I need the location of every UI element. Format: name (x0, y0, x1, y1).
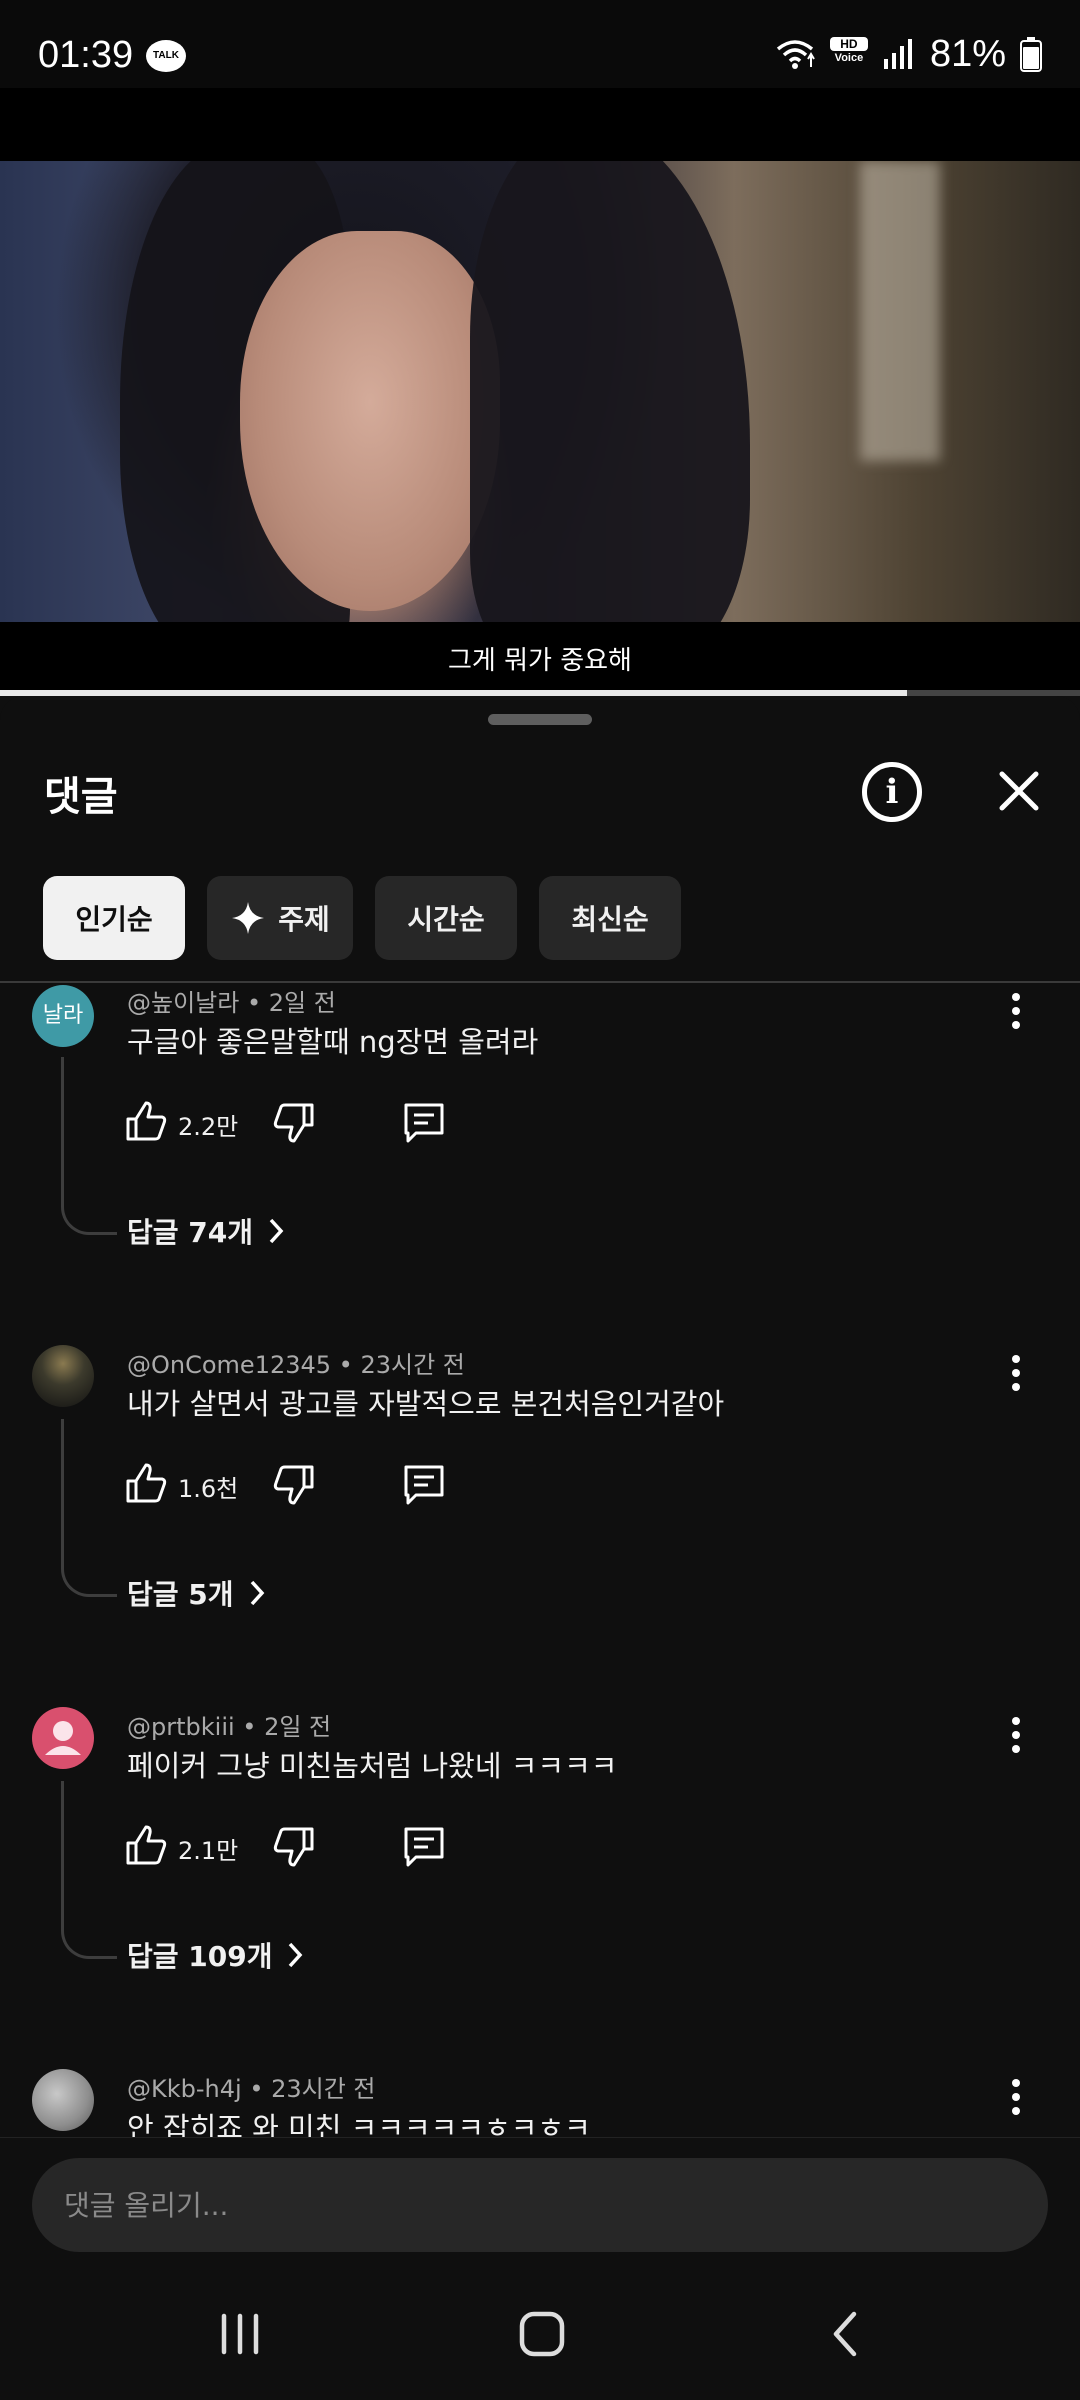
status-bar: 01:39 TALK HD Voice 81% (0, 0, 1080, 88)
sparkle-icon (232, 902, 265, 934)
comment-item: 날라 @높이날라 • 2일 전 구글아 좋은말할때 ng장면 올려라 2.2만 … (0, 983, 1080, 1345)
chevron-right-icon (289, 1942, 303, 1968)
avatar[interactable] (32, 1707, 94, 1769)
comment-item: @OnCome12345 • 23시간 전 내가 살면서 광고를 자발적으로 본… (0, 1345, 1080, 1707)
default-avatar-icon (45, 1721, 81, 1755)
comment-author[interactable]: @높이날라 (127, 989, 239, 1017)
thumbs-up-icon[interactable] (124, 1099, 168, 1143)
reply-icon[interactable] (402, 1101, 446, 1145)
more-vert-icon[interactable] (1004, 1715, 1028, 1755)
comment-text: 구글아 좋은말할때 ng장면 올려라 (127, 1025, 539, 1059)
comment-time: 23시간 전 (271, 2075, 376, 2103)
like-count: 2.2만 (178, 1113, 239, 1141)
like-count: 2.1만 (178, 1837, 239, 1865)
comment-item: @prtbkiii • 2일 전 페이커 그냥 미친놈처럼 나왔네 ㅋㅋㅋㅋ 2… (0, 1707, 1080, 2069)
comment-text: 페이커 그냥 미친놈처럼 나왔네 ㅋㅋㅋㅋ (127, 1749, 618, 1783)
info-button[interactable]: i (862, 762, 922, 822)
hd-voice-badge: HD Voice (829, 37, 868, 71)
thumbs-down-icon[interactable] (272, 1101, 316, 1145)
signal-icon (883, 39, 912, 69)
like-count: 1.6천 (178, 1475, 239, 1503)
video-subtitle: 그게 뭐가 중요해 (448, 646, 632, 676)
view-replies-link[interactable]: 답글 5개 (127, 1573, 266, 1613)
video-figure-hair-right (470, 161, 750, 622)
comment-meta: @높이날라 • 2일 전 (127, 989, 336, 1017)
thumbs-down-icon[interactable] (272, 1463, 316, 1507)
status-time: 01:39 (38, 34, 134, 76)
avatar[interactable] (32, 1345, 94, 1407)
comment-text: 내가 살면서 광고를 자발적으로 본건처음인거같아 (127, 1387, 725, 1421)
avatar[interactable]: 날라 (32, 985, 94, 1047)
close-button[interactable] (988, 760, 1050, 822)
comment-author[interactable]: @Kkb-h4j (127, 2075, 242, 2103)
thumbs-down-icon[interactable] (272, 1825, 316, 1869)
more-vert-icon[interactable] (1004, 2077, 1028, 2117)
chevron-right-icon (250, 1580, 264, 1606)
thread-line (61, 1781, 117, 1959)
sort-filter-chips: 인기순 주제 시간순 최신순 (43, 876, 681, 960)
thread-line (61, 1057, 117, 1235)
status-icons: HD Voice 81% (774, 30, 1042, 78)
view-replies-link[interactable]: 답글 109개 (127, 1935, 304, 1975)
reply-icon[interactable] (402, 1463, 446, 1507)
comment-author[interactable]: @prtbkiii (127, 1713, 235, 1741)
comment-input[interactable] (32, 2158, 1048, 2252)
video-figure-face (240, 231, 500, 611)
thumbs-up-icon[interactable] (124, 1461, 168, 1505)
kakaotalk-icon: TALK (146, 40, 186, 72)
recents-icon[interactable] (210, 2310, 270, 2358)
comment-text: 안 잡히죠 와 미친 ㅋㅋㅋㅋㅋㅎㅋㅎㅋ (127, 2111, 591, 2137)
chip-timestamp[interactable]: 시간순 (375, 876, 517, 960)
avatar[interactable] (32, 2069, 94, 2131)
back-icon[interactable] (816, 2310, 876, 2358)
chip-popular[interactable]: 인기순 (43, 876, 185, 960)
video-letterbox-top (0, 88, 1080, 161)
comment-item: @Kkb-h4j • 23시간 전 안 잡히죠 와 미친 ㅋㅋㅋㅋㅋㅎㅋㅎㅋ (0, 2069, 1080, 2137)
chevron-right-icon (269, 1218, 284, 1244)
video-background-window (860, 161, 940, 461)
comment-author[interactable]: @OnCome12345 (127, 1351, 331, 1379)
sheet-drag-handle[interactable] (488, 714, 592, 725)
more-vert-icon[interactable] (1004, 1353, 1028, 1393)
comment-time: 2일 전 (268, 989, 336, 1017)
comment-meta: @Kkb-h4j • 23시간 전 (127, 2075, 376, 2103)
comment-time: 2일 전 (264, 1713, 332, 1741)
thumbs-up-icon[interactable] (124, 1823, 168, 1867)
sheet-title: 댓글 (44, 774, 118, 820)
more-vert-icon[interactable] (1004, 991, 1028, 1031)
comment-list: 날라 @높이날라 • 2일 전 구글아 좋은말할때 ng장면 올려라 2.2만 … (0, 983, 1080, 2137)
comment-meta: @OnCome12345 • 23시간 전 (127, 1351, 465, 1379)
battery-icon (1020, 37, 1042, 72)
home-icon[interactable] (512, 2310, 572, 2358)
comment-meta: @prtbkiii • 2일 전 (127, 1713, 332, 1741)
reply-icon[interactable] (402, 1825, 446, 1869)
thread-line (61, 1419, 117, 1597)
wifi-icon (776, 40, 815, 69)
view-replies-link[interactable]: 답글 74개 (127, 1211, 285, 1251)
battery-percent: 81% (929, 32, 1006, 75)
chip-topics[interactable]: 주제 (207, 876, 353, 960)
comment-time: 23시간 전 (360, 1351, 465, 1379)
video-player[interactable] (0, 161, 1080, 622)
chip-newest[interactable]: 최신순 (539, 876, 681, 960)
